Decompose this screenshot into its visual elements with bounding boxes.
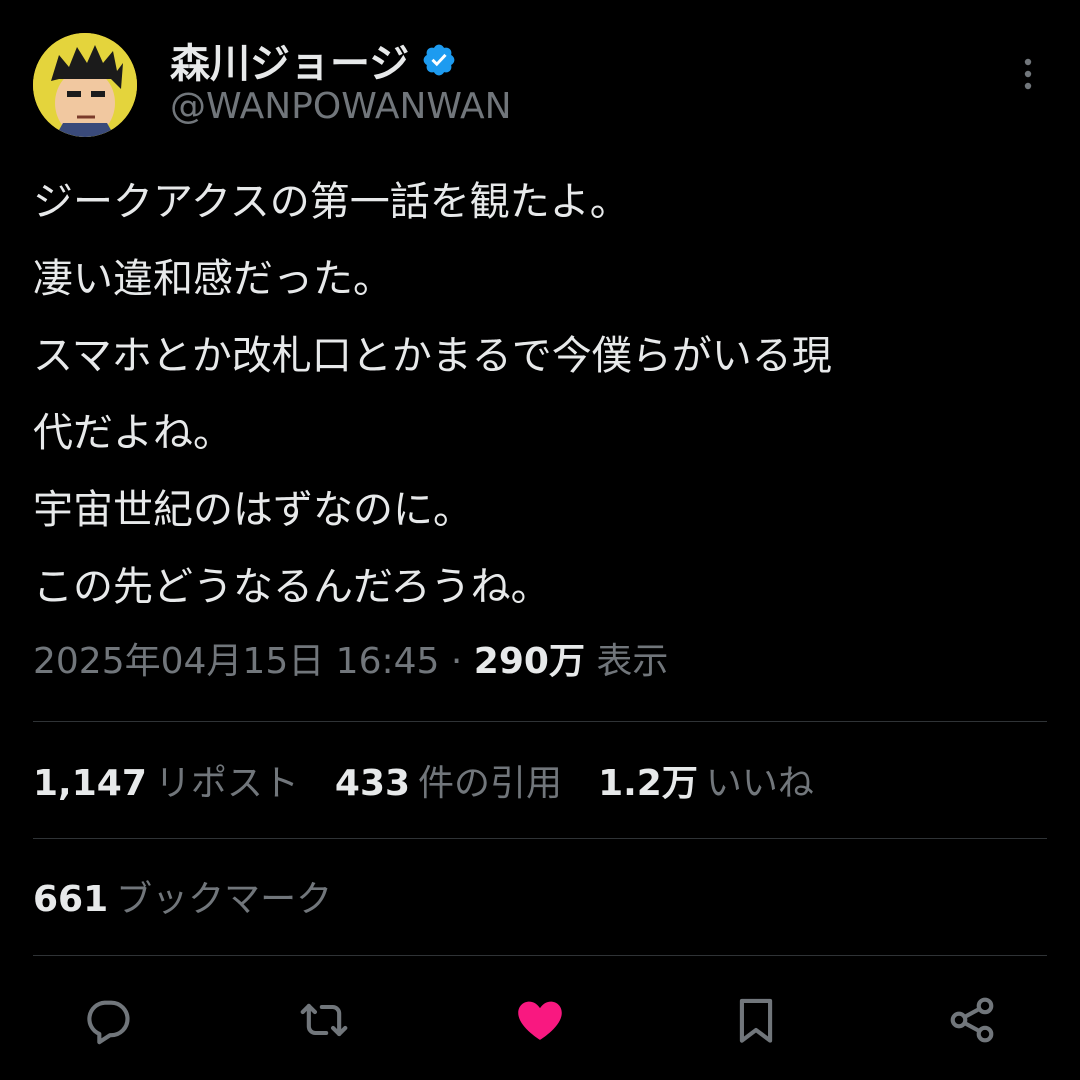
views-label: 表示 [596, 641, 669, 682]
more-options-icon[interactable] [1010, 54, 1046, 94]
reply-icon[interactable] [82, 994, 134, 1046]
tweet-text-line: この先どうなるんだろうね。 [33, 564, 551, 610]
engagement-stats: 1,147 リポスト 433 件の引用 1.2万 いいね [33, 756, 850, 812]
author-display-name[interactable]: 森川ジョージ [170, 31, 409, 89]
reposts-stat[interactable]: 1,147 リポスト [33, 756, 299, 812]
reposts-count: 1,147 [33, 763, 147, 804]
likes-count: 1.2万 [598, 763, 698, 804]
tweet-text-line: ジークアクスの第一話を観たよ。 [33, 179, 630, 225]
tweet-text: ジークアクスの第一話を観たよ。 凄い違和感だった。 スマホとか改札口とかまるで今… [33, 164, 1043, 626]
quotes-label: 件の引用 [418, 763, 563, 804]
author-name-row: 森川ジョージ [170, 31, 457, 89]
repost-icon[interactable] [298, 994, 350, 1046]
divider [33, 955, 1047, 956]
divider [33, 838, 1047, 839]
tweet-text-line: スマホとか改札口とかまるで今僕らがいる現 [33, 333, 832, 379]
views-count: 290万 [473, 641, 585, 682]
tweet-meta: 2025年04月15日 16:45 · 290万 表示 [33, 636, 668, 688]
bookmarks-label: ブックマーク [116, 879, 333, 920]
reposts-label: リポスト [154, 763, 299, 804]
meta-separator: · [450, 641, 463, 682]
bookmarks-count: 661 [33, 879, 109, 920]
avatar-image [33, 33, 137, 137]
quotes-count: 433 [334, 763, 411, 804]
verified-badge-icon [421, 42, 457, 78]
quotes-stat[interactable]: 433 件の引用 [335, 756, 562, 812]
avatar[interactable] [33, 33, 137, 137]
likes-label: いいね [705, 763, 814, 804]
divider [33, 721, 1047, 722]
share-icon[interactable] [946, 994, 998, 1046]
author-handle[interactable]: @WANPOWANWAN [170, 86, 512, 127]
tweet-text-line: 代だよね。 [33, 410, 233, 456]
tweet-text-line: 凄い違和感だった。 [33, 256, 393, 302]
likes-stat[interactable]: 1.2万 いいね [598, 756, 814, 812]
bookmark-icon[interactable] [730, 994, 782, 1046]
tweet-timestamp[interactable]: 2025年04月15日 16:45 [33, 641, 439, 682]
like-icon[interactable] [514, 994, 566, 1046]
tweet-text-line: 宇宙世紀のはずなのに。 [33, 487, 473, 533]
bookmarks-stat: 661 ブックマーク [33, 872, 332, 928]
